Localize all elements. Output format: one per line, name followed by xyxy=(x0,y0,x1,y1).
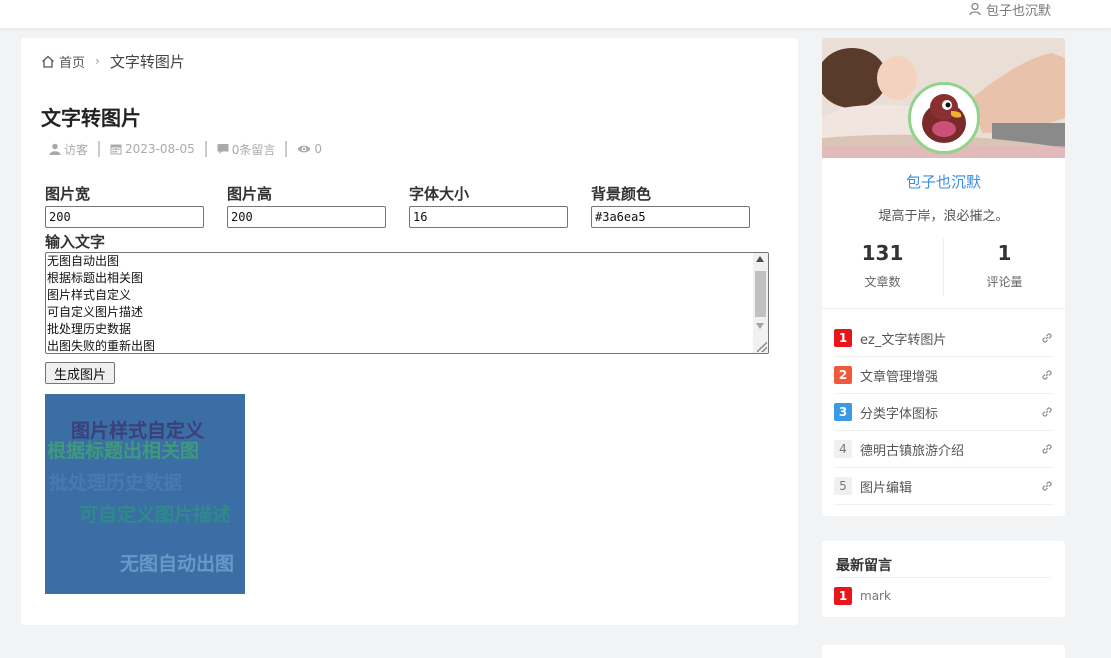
comment-rank-badge: 1 xyxy=(834,587,852,605)
ranking-item[interactable]: 3 分类字体图标 xyxy=(834,394,1054,431)
meta-divider xyxy=(204,141,207,157)
author-stats: 131 文章数 1 评论量 xyxy=(822,238,1065,298)
stat-value: 1 xyxy=(997,241,1012,265)
rank-badge: 3 xyxy=(834,403,852,421)
ranking-item[interactable]: 4 德明古镇旅游介绍 xyxy=(834,431,1054,468)
author-name[interactable]: 包子也沉默 xyxy=(822,171,1065,192)
text-line: 无图自动出图 xyxy=(47,254,120,268)
font-size-label: 字体大小 xyxy=(409,185,470,203)
meta-date: 2023-08-05 xyxy=(110,142,195,156)
ranking-item[interactable]: 5 图片编辑 xyxy=(834,468,1054,505)
ranking-title[interactable]: 分类字体图标 xyxy=(860,403,1040,422)
recent-comments: 最新留言 1 mark xyxy=(822,541,1065,617)
text-line: 根据标题出相关图 xyxy=(47,271,144,285)
stat-label: 文章数 xyxy=(864,275,901,289)
author-motto: 堤高于岸，浪必摧之。 xyxy=(878,209,1009,224)
text-input-lines[interactable]: 无图自动出图 根据标题出相关图 图片样式自定义 可自定义图片描述 批处理历史数据… xyxy=(47,253,156,353)
ranking-item[interactable]: 2 文章管理增强 xyxy=(834,357,1054,394)
meta-divider xyxy=(98,141,101,157)
width-label: 图片宽 xyxy=(45,185,91,203)
rank-badge: 5 xyxy=(834,477,852,495)
ranking-title[interactable]: 图片编辑 xyxy=(860,477,1040,496)
user-icon xyxy=(49,143,61,155)
meta-views-text: 0 xyxy=(314,142,323,156)
text-line: 批处理历史数据 xyxy=(47,322,132,336)
meta-date-text: 2023-08-05 xyxy=(125,142,195,156)
breadcrumb-separator: › xyxy=(95,54,100,68)
resize-grip-icon[interactable] xyxy=(757,342,767,352)
scroll-up-arrow-icon[interactable] xyxy=(756,256,764,262)
user-icon xyxy=(969,2,981,16)
breadcrumb-current: 文字转图片 xyxy=(109,52,185,71)
meta-comments-text[interactable]: 0条留言 xyxy=(232,141,276,158)
rank-badge: 4 xyxy=(834,440,852,458)
rank-badge: 1 xyxy=(834,329,852,347)
bg-color-input[interactable] xyxy=(591,206,750,228)
user-menu[interactable]: 包子也沉默 xyxy=(968,0,1051,19)
main-content: 首页 › 文字转图片 文字转图片 访客 2023-08-05 0条留言 0 图片… xyxy=(21,38,798,625)
link-icon[interactable] xyxy=(1040,479,1054,493)
rank-badge: 2 xyxy=(834,366,852,384)
link-icon[interactable] xyxy=(1040,368,1054,382)
stat-label: 评论量 xyxy=(986,275,1023,289)
user-name[interactable]: 包子也沉默 xyxy=(986,0,1051,19)
comment-icon xyxy=(217,144,229,154)
breadcrumb: 首页 › 文字转图片 xyxy=(41,50,185,72)
link-icon[interactable] xyxy=(1040,331,1054,345)
image-text: 批处理历史数据 xyxy=(49,472,183,494)
recent-comments-divider xyxy=(836,577,1051,578)
sidebar-divider xyxy=(822,308,1065,309)
avatar[interactable] xyxy=(908,82,980,154)
eye-icon xyxy=(297,145,311,153)
stat-articles: 131 文章数 xyxy=(822,238,943,290)
meta-author-text: 访客 xyxy=(64,142,89,157)
text-input-area[interactable]: 无图自动出图 根据标题出相关图 图片样式自定义 可自定义图片描述 批处理历史数据… xyxy=(45,252,769,354)
sidebar-profile: 包子也沉默 堤高于岸，浪必摧之。 131 文章数 1 评论量 1 ez_文字转图… xyxy=(822,38,1065,516)
height-label: 图片高 xyxy=(227,185,273,203)
profile-banner xyxy=(822,38,1065,158)
textarea-scrollbar[interactable] xyxy=(753,253,768,353)
meta-divider xyxy=(285,141,288,157)
width-input[interactable] xyxy=(45,206,204,228)
recent-comments-title: 最新留言 xyxy=(836,558,892,574)
text-line: 出图失败的重新出图 xyxy=(47,339,156,353)
page-title: 文字转图片 xyxy=(41,106,141,130)
ranking-title[interactable]: 德明古镇旅游介绍 xyxy=(860,440,1040,459)
text-input-label: 输入文字 xyxy=(45,233,106,251)
text-line: 图片样式自定义 xyxy=(47,288,132,302)
post-meta: 访客 2023-08-05 0条留言 0 xyxy=(49,139,322,159)
avatar-image xyxy=(911,85,977,151)
calendar-icon xyxy=(110,144,122,155)
meta-comments[interactable]: 0条留言 xyxy=(217,141,276,158)
height-input[interactable] xyxy=(227,206,386,228)
stat-value: 131 xyxy=(861,241,904,265)
stat-comments: 1 评论量 xyxy=(944,238,1065,290)
scroll-thumb[interactable] xyxy=(755,271,766,317)
image-text: 根据标题出相关图 xyxy=(47,440,200,462)
generated-image: 图片样式自定义 根据标题出相关图 批处理历史数据 可自定义图片描述 无图自动出图 xyxy=(45,394,245,594)
image-text: 可自定义图片描述 xyxy=(79,504,232,526)
font-size-input[interactable] xyxy=(409,206,568,228)
text-line: 可自定义图片描述 xyxy=(47,305,144,319)
generate-image-button[interactable]: 生成图片 xyxy=(45,362,115,384)
scroll-down-arrow-icon[interactable] xyxy=(756,323,764,329)
ranking-title[interactable]: ez_文字转图片 xyxy=(860,329,1040,348)
ranking-item[interactable]: 1 ez_文字转图片 xyxy=(834,320,1054,357)
meta-views: 0 xyxy=(297,142,322,156)
breadcrumb-home[interactable]: 首页 xyxy=(41,52,85,71)
home-icon xyxy=(42,55,54,68)
comment-item[interactable]: 1 mark xyxy=(834,587,891,605)
ranking-title[interactable]: 文章管理增强 xyxy=(860,366,1040,385)
image-text: 无图自动出图 xyxy=(120,553,235,575)
link-icon[interactable] xyxy=(1040,442,1054,456)
top-bar: 包子也沉默 xyxy=(0,0,1111,28)
comment-text[interactable]: mark xyxy=(860,589,891,603)
link-icon[interactable] xyxy=(1040,405,1054,419)
breadcrumb-home-label[interactable]: 首页 xyxy=(59,52,85,71)
meta-author: 访客 xyxy=(49,141,88,158)
bg-color-label: 背景颜色 xyxy=(591,185,652,203)
sidebar-card xyxy=(822,645,1065,658)
